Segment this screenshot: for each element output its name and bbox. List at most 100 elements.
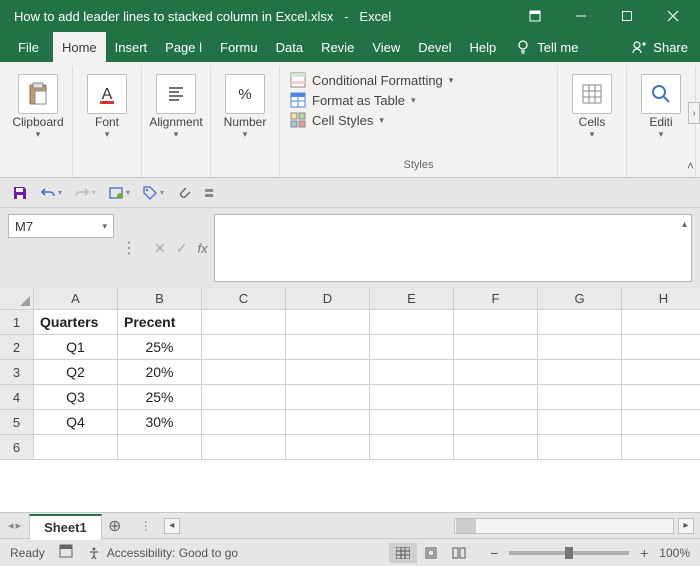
- cell[interactable]: Q2: [34, 360, 118, 385]
- col-header[interactable]: F: [454, 288, 538, 309]
- tab-formulas[interactable]: Formu: [211, 32, 267, 62]
- enter-formula-button[interactable]: ✓: [176, 240, 188, 257]
- row-header[interactable]: 6: [0, 435, 34, 460]
- format-as-table-button[interactable]: Format as Table ▾: [290, 92, 453, 108]
- cell[interactable]: [34, 435, 118, 460]
- ribbon-display-options-button[interactable]: [512, 0, 558, 32]
- cell[interactable]: [286, 335, 370, 360]
- cell[interactable]: Q3: [34, 385, 118, 410]
- cell[interactable]: [370, 435, 454, 460]
- cell[interactable]: 30%: [118, 410, 202, 435]
- row-header[interactable]: 1: [0, 310, 34, 335]
- cell[interactable]: [622, 360, 700, 385]
- new-sheet-button[interactable]: ⊕: [102, 513, 128, 539]
- cell[interactable]: [454, 310, 538, 335]
- row-header[interactable]: 4: [0, 385, 34, 410]
- tab-split-handle[interactable]: ⋮: [140, 519, 154, 533]
- chevron-down-icon[interactable]: ▾: [102, 221, 107, 232]
- font-button[interactable]: A Font▾: [79, 70, 135, 140]
- qat-item-1[interactable]: ▾: [108, 185, 130, 201]
- cell[interactable]: [286, 310, 370, 335]
- tab-view[interactable]: View: [363, 32, 409, 62]
- share-button[interactable]: Share: [623, 32, 700, 62]
- cell[interactable]: [118, 435, 202, 460]
- cell[interactable]: [538, 310, 622, 335]
- insert-function-button[interactable]: fx: [197, 214, 207, 282]
- cell[interactable]: [622, 385, 700, 410]
- cell[interactable]: Q4: [34, 410, 118, 435]
- zoom-slider[interactable]: [509, 551, 629, 555]
- cell[interactable]: [202, 310, 286, 335]
- zoom-level[interactable]: 100%: [659, 546, 690, 560]
- cell-styles-button[interactable]: Cell Styles ▾: [290, 112, 453, 128]
- cells-button[interactable]: Cells▾: [564, 70, 620, 140]
- cell[interactable]: [370, 310, 454, 335]
- hscroll-thumb[interactable]: [456, 519, 476, 533]
- cell[interactable]: [538, 335, 622, 360]
- zoom-out-button[interactable]: −: [487, 545, 501, 561]
- cell[interactable]: [622, 410, 700, 435]
- col-header[interactable]: A: [34, 288, 118, 309]
- cell[interactable]: [370, 360, 454, 385]
- cell[interactable]: Precent: [118, 310, 202, 335]
- tab-developer[interactable]: Devel: [409, 32, 460, 62]
- cell[interactable]: [538, 435, 622, 460]
- macro-record-button[interactable]: [59, 544, 73, 561]
- tell-me[interactable]: Tell me: [505, 32, 588, 62]
- row-header[interactable]: 2: [0, 335, 34, 360]
- view-normal[interactable]: [389, 543, 417, 563]
- cell[interactable]: 20%: [118, 360, 202, 385]
- cell[interactable]: [286, 385, 370, 410]
- cell[interactable]: [538, 360, 622, 385]
- close-button[interactable]: [650, 0, 696, 32]
- cell[interactable]: [454, 360, 538, 385]
- cell[interactable]: [454, 335, 538, 360]
- cell[interactable]: [202, 360, 286, 385]
- alignment-button[interactable]: Alignment▾: [148, 70, 204, 140]
- collapse-ribbon-button[interactable]: ˄: [687, 159, 694, 173]
- cell[interactable]: 25%: [118, 335, 202, 360]
- cell[interactable]: [622, 435, 700, 460]
- tab-page-layout[interactable]: Page l: [156, 32, 211, 62]
- tab-file[interactable]: File: [14, 32, 53, 62]
- cell[interactable]: [286, 410, 370, 435]
- redo-button[interactable]: ▾: [74, 185, 96, 201]
- zoom-in-button[interactable]: +: [637, 545, 651, 561]
- ribbon-scroll-right[interactable]: ›: [688, 102, 700, 124]
- hscroll-track[interactable]: [454, 518, 674, 534]
- cell[interactable]: [286, 435, 370, 460]
- col-header[interactable]: B: [118, 288, 202, 309]
- cell[interactable]: [370, 335, 454, 360]
- zoom-slider-knob[interactable]: [565, 547, 573, 559]
- hscroll-right[interactable]: ▸: [678, 518, 694, 534]
- cell[interactable]: Q1: [34, 335, 118, 360]
- paste-button[interactable]: Clipboard▾: [10, 70, 66, 140]
- undo-button[interactable]: ▾: [40, 185, 62, 201]
- tab-help[interactable]: Help: [461, 32, 506, 62]
- name-box[interactable]: M7 ▾: [8, 214, 114, 238]
- cell[interactable]: [538, 410, 622, 435]
- customize-qat[interactable]: 〓: [204, 185, 214, 200]
- view-page-break[interactable]: [445, 543, 473, 563]
- cancel-formula-button[interactable]: ✕: [154, 240, 166, 257]
- accessibility-status[interactable]: Accessibility: Good to go: [87, 546, 238, 560]
- cell[interactable]: [202, 385, 286, 410]
- cell[interactable]: 25%: [118, 385, 202, 410]
- expand-formula-bar[interactable]: ▴: [682, 219, 687, 230]
- cell[interactable]: [202, 335, 286, 360]
- maximize-button[interactable]: [604, 0, 650, 32]
- cell[interactable]: [622, 335, 700, 360]
- cell[interactable]: [202, 435, 286, 460]
- col-header[interactable]: D: [286, 288, 370, 309]
- col-header[interactable]: H: [622, 288, 700, 309]
- row-header[interactable]: 3: [0, 360, 34, 385]
- cell[interactable]: [202, 410, 286, 435]
- cell[interactable]: [454, 410, 538, 435]
- cell[interactable]: [286, 360, 370, 385]
- view-page-layout[interactable]: [417, 543, 445, 563]
- col-header[interactable]: C: [202, 288, 286, 309]
- cell[interactable]: [538, 385, 622, 410]
- tab-insert[interactable]: Insert: [106, 32, 157, 62]
- cell[interactable]: [622, 310, 700, 335]
- tab-review[interactable]: Revie: [312, 32, 363, 62]
